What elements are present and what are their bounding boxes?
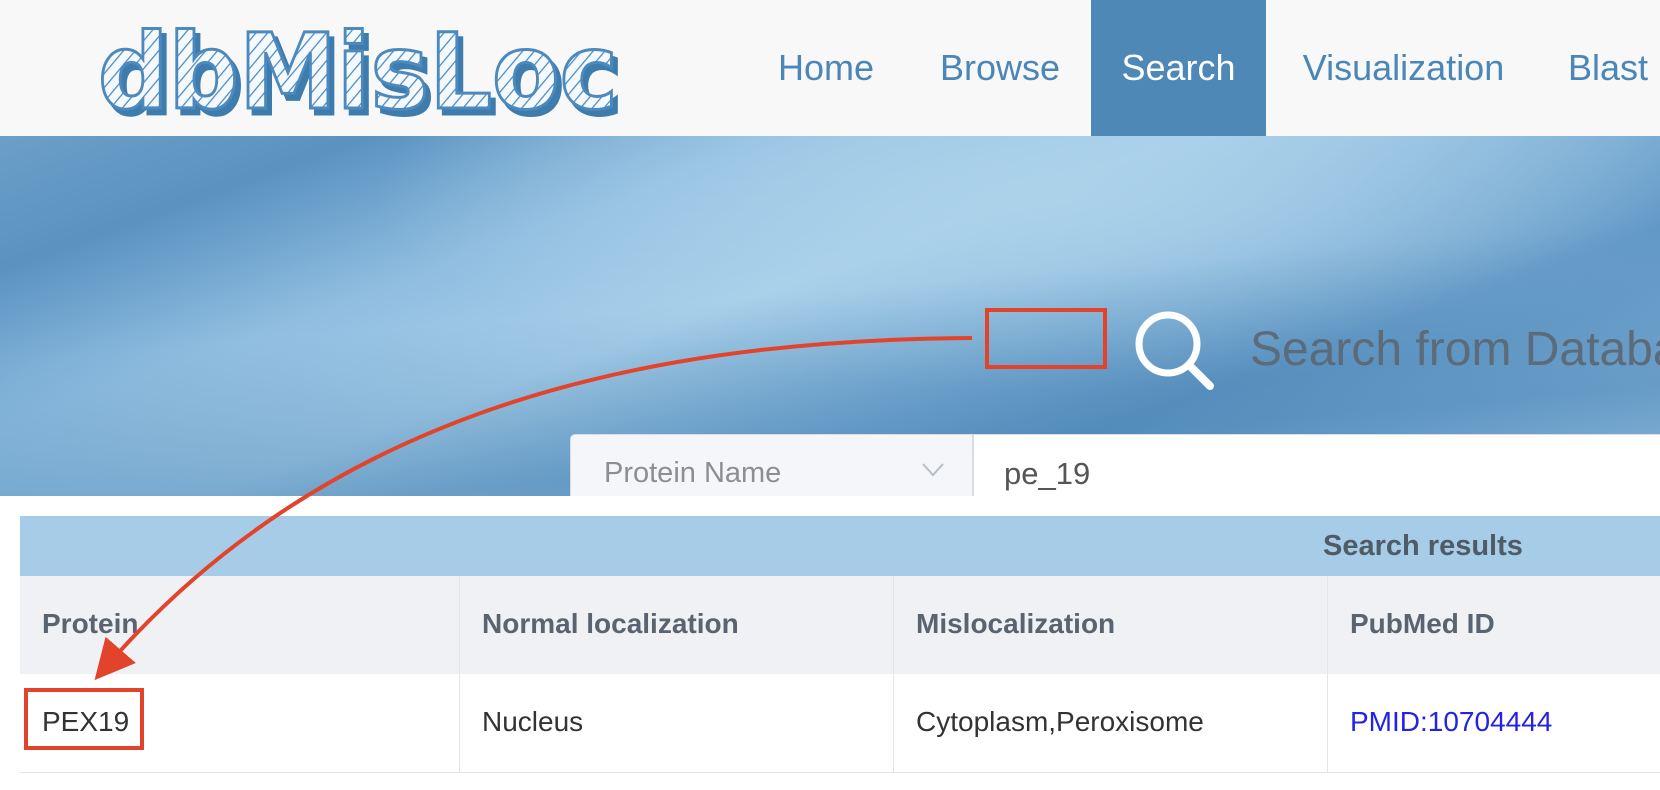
search-icon — [1135, 311, 1214, 390]
column-header-normal-localization[interactable]: Normal localization — [460, 576, 894, 674]
nav-search[interactable]: Search — [1091, 0, 1266, 136]
top-navbar: dbMisLoc dbMisLoc Home Browse Search Vis… — [0, 0, 1660, 136]
query-highlight-box — [985, 308, 1107, 369]
nav-browse[interactable]: Browse — [920, 0, 1080, 136]
cell-normal-localization: Nucleus — [460, 674, 894, 772]
column-header-pubmed-id[interactable]: PubMed ID — [1328, 576, 1660, 674]
nav-blast[interactable]: Blast — [1556, 0, 1660, 136]
search-input[interactable]: pe_19 — [973, 434, 1660, 496]
search-type-value: Protein Name — [604, 457, 782, 489]
column-header-mislocalization[interactable]: Mislocalization — [894, 576, 1328, 674]
pubmed-link[interactable]: PMID:10704444 — [1350, 706, 1552, 738]
table-header-row: Protein Normal localization Mislocalizat… — [20, 576, 1660, 674]
column-protein-label: Protein — [42, 608, 139, 639]
table-row: PEX19 Nucleus Cytoplasm,Peroxisome PMID:… — [20, 674, 1660, 773]
search-query-value: pe_19 — [1004, 456, 1091, 491]
results-header: Search results — [20, 516, 1660, 576]
mislocalization-value: Cytoplasm,Peroxisome — [916, 706, 1204, 737]
results-title: Search results — [1323, 530, 1523, 562]
normal-localization-value: Nucleus — [482, 706, 584, 737]
column-pubmed-label: PubMed ID — [1350, 608, 1495, 639]
column-mislocalization-label: Mislocalization — [916, 608, 1116, 639]
nav-home-label: Home — [777, 47, 875, 88]
search-type-select[interactable]: Protein Name — [570, 434, 973, 496]
column-normal-label: Normal localization — [482, 608, 739, 639]
nav-blast-label: Blast — [1568, 47, 1649, 88]
cell-pubmed-id: PMID:10704444 — [1328, 674, 1660, 772]
dbmisloc-logo[interactable]: dbMisLoc dbMisLoc — [88, 8, 648, 131]
nav-home[interactable]: Home — [760, 0, 892, 136]
nav-visualization[interactable]: Visualization — [1286, 0, 1521, 136]
result-highlight-box — [24, 688, 144, 750]
column-header-protein[interactable]: Protein — [20, 576, 460, 674]
svg-text:dbMisLoc: dbMisLoc — [98, 11, 618, 130]
nav-browse-label: Browse — [939, 47, 1061, 88]
banner-title: Search from Databa — [1250, 323, 1660, 376]
chevron-down-icon — [922, 463, 944, 477]
cell-mislocalization: Cytoplasm,Peroxisome — [894, 674, 1328, 772]
search-banner: Search from Databa Protein Name pe_19 — [0, 136, 1660, 496]
nav-search-label: Search — [1121, 47, 1236, 88]
nav-visualization-label: Visualization — [1302, 47, 1505, 88]
